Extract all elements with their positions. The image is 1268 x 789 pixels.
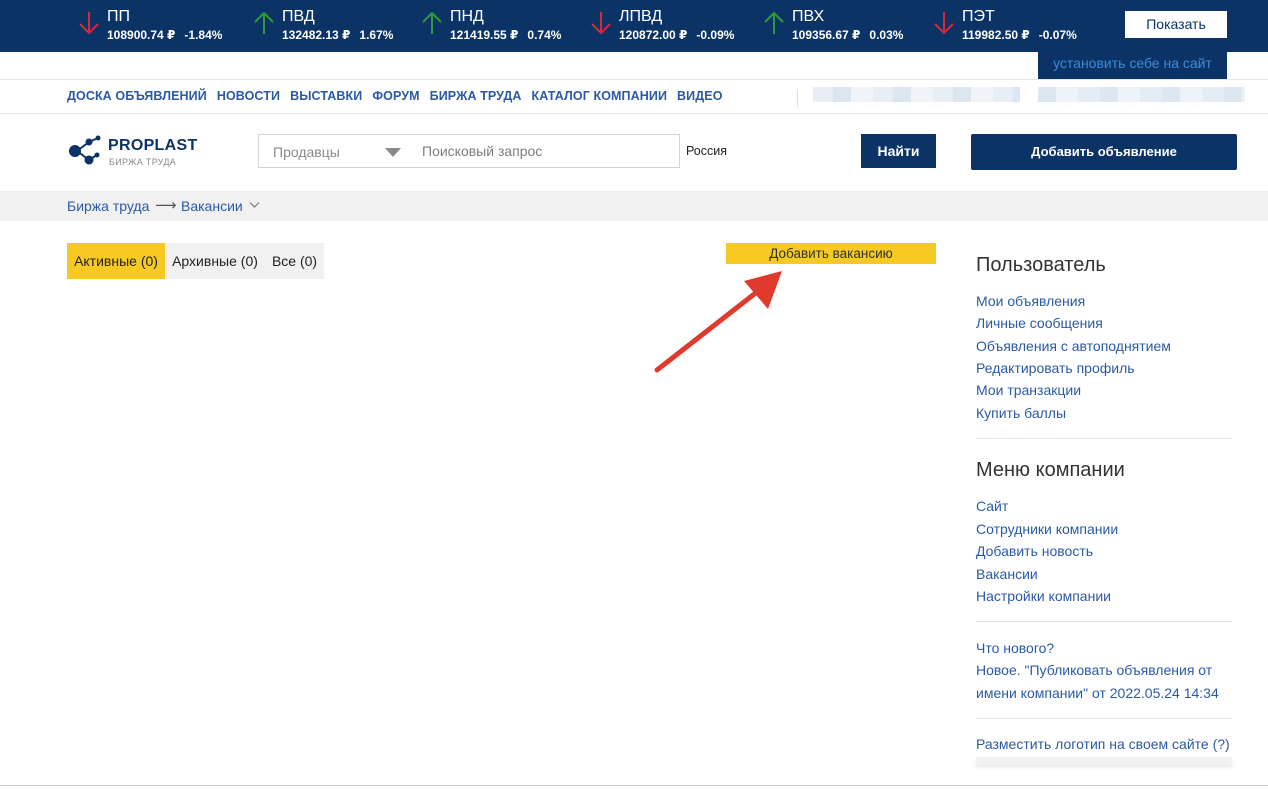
main-nav-bar: ДОСКА ОБЪЯВЛЕНИЙ НОВОСТИ ВЫСТАВКИ ФОРУМ … bbox=[0, 79, 1268, 114]
install-widget-link[interactable]: установить себе на сайт bbox=[1038, 52, 1227, 79]
ticker-price: 121419.55 ₽ bbox=[450, 28, 519, 42]
search-type-value: Продавцы bbox=[273, 144, 340, 160]
link-whats-new[interactable]: Что нового? bbox=[976, 640, 1054, 656]
logo-subtitle: БИРЖА ТРУДА bbox=[109, 157, 177, 167]
ticker-change: 0.74% bbox=[527, 28, 562, 42]
link-buy-points[interactable]: Купить баллы bbox=[976, 405, 1066, 421]
news-item-line2[interactable]: имени компании" от 2022.05.24 14:34 bbox=[976, 685, 1219, 701]
blurred-account-info bbox=[813, 87, 1020, 102]
nav-divider bbox=[797, 89, 798, 107]
blurred-account-info bbox=[1038, 87, 1245, 102]
ticker-values: 119982.50 ₽ -0.07% bbox=[962, 28, 1077, 42]
tab-archived[interactable]: Архивные (0) bbox=[165, 243, 265, 279]
breadcrumb-arrow-icon: ⟶ bbox=[155, 197, 177, 214]
breadcrumb-vacancies[interactable]: Вакансии bbox=[181, 198, 243, 214]
ticker-name: ЛПВД bbox=[619, 8, 663, 25]
tab-active[interactable]: Активные (0) bbox=[67, 243, 165, 279]
link-transactions[interactable]: Мои транзакции bbox=[976, 382, 1081, 398]
ticker-values: 120872.00 ₽ -0.09% bbox=[619, 28, 734, 42]
link-auto-raise[interactable]: Объявления с автоподнятием bbox=[976, 338, 1171, 354]
nav-item-news[interactable]: НОВОСТИ bbox=[217, 89, 280, 103]
arrow-up-icon bbox=[422, 11, 442, 34]
sidebar-bottom-strip bbox=[976, 757, 1232, 765]
ticker-name: ПВД bbox=[282, 8, 315, 25]
ticker-change: -0.09% bbox=[696, 28, 735, 42]
breadcrumb: Биржа труда ⟶ Вакансии bbox=[0, 191, 1268, 221]
ticker-price: 132482.13 ₽ bbox=[282, 28, 351, 42]
ticker-name: ПНД bbox=[450, 8, 484, 25]
add-vacancy-button[interactable]: Добавить вакансию bbox=[726, 243, 936, 264]
ticker-name: ПП bbox=[107, 8, 130, 25]
ticker-price: 108900.74 ₽ bbox=[107, 28, 176, 42]
search-input[interactable] bbox=[407, 134, 680, 168]
ticker-values: 108900.74 ₽ -1.84% bbox=[107, 28, 222, 42]
add-ad-button[interactable]: Добавить объявление bbox=[971, 134, 1237, 170]
link-my-ads[interactable]: Мои объявления bbox=[976, 293, 1085, 309]
arrow-up-icon bbox=[764, 11, 784, 34]
logo-brand: PROPLAST bbox=[108, 137, 198, 154]
arrow-down-icon bbox=[79, 12, 99, 35]
ticker-price: 119982.50 ₽ bbox=[962, 28, 1030, 42]
show-button[interactable]: Показать bbox=[1125, 11, 1227, 38]
news-item-line1[interactable]: Новое. "Публиковать объявления от bbox=[976, 662, 1212, 678]
user-menu-title: Пользователь bbox=[976, 254, 1106, 276]
ticker-change: 0.03% bbox=[869, 28, 904, 42]
red-annotation-arrow-icon bbox=[654, 271, 782, 373]
link-company-settings[interactable]: Настройки компании bbox=[976, 588, 1111, 604]
chevron-down-icon[interactable] bbox=[249, 199, 260, 210]
region-input[interactable] bbox=[680, 134, 862, 168]
arrow-down-icon bbox=[934, 12, 954, 35]
ticker-price: 109356.67 ₽ bbox=[792, 28, 861, 42]
tab-all[interactable]: Все (0) bbox=[265, 243, 324, 279]
link-messages[interactable]: Личные сообщения bbox=[976, 315, 1103, 331]
link-add-news[interactable]: Добавить новость bbox=[976, 543, 1093, 559]
link-place-logo[interactable]: Разместить логотип на своем сайте (?) bbox=[976, 736, 1230, 752]
ticker-values: 109356.67 ₽ 0.03% bbox=[792, 28, 903, 42]
nav-item-exhibitions[interactable]: ВЫСТАВКИ bbox=[290, 89, 362, 103]
link-edit-profile[interactable]: Редактировать профиль bbox=[976, 360, 1135, 376]
ticker-change: 1.67% bbox=[359, 28, 394, 42]
sidebar-divider bbox=[976, 438, 1232, 439]
arrow-down-icon bbox=[591, 12, 611, 35]
sidebar-divider bbox=[976, 621, 1232, 622]
nav-item-jobs[interactable]: БИРЖА ТРУДА bbox=[430, 89, 522, 103]
link-vacancies[interactable]: Вакансии bbox=[976, 566, 1038, 582]
nav-item-board[interactable]: ДОСКА ОБЪЯВЛЕНИЙ bbox=[67, 89, 207, 103]
caret-down-icon bbox=[385, 148, 401, 157]
ticker-values: 132482.13 ₽ 1.67% bbox=[282, 28, 393, 42]
footer-divider bbox=[0, 785, 1268, 786]
link-company-site[interactable]: Сайт bbox=[976, 498, 1008, 514]
nav-item-video[interactable]: ВИДЕО bbox=[677, 89, 722, 103]
ticker-values: 121419.55 ₽ 0.74% bbox=[450, 28, 561, 42]
search-type-select[interactable]: Продавцы bbox=[258, 134, 408, 168]
price-ticker-bar: ПП 108900.74 ₽ -1.84% ПВД 132482.13 ₽ 1.67… bbox=[0, 0, 1268, 52]
nav-item-forum[interactable]: ФОРУМ bbox=[372, 89, 419, 103]
company-menu-title: Меню компании bbox=[976, 459, 1125, 481]
find-button[interactable]: Найти bbox=[861, 134, 936, 168]
site-logo[interactable]: PROPLAST БИРЖА ТРУДА bbox=[67, 131, 207, 171]
ticker-change: -1.84% bbox=[184, 28, 223, 42]
link-employees[interactable]: Сотрудники компании bbox=[976, 521, 1118, 537]
nav-item-catalog[interactable]: КАТАЛОГ КОМПАНИИ bbox=[532, 89, 668, 103]
ticker-change: -0.07% bbox=[1038, 28, 1077, 42]
ticker-name: ПЭТ bbox=[962, 8, 995, 25]
breadcrumb-jobs[interactable]: Биржа труда bbox=[67, 198, 149, 214]
sidebar-divider bbox=[976, 718, 1232, 719]
main-nav: ДОСКА ОБЪЯВЛЕНИЙ НОВОСТИ ВЫСТАВКИ ФОРУМ … bbox=[67, 89, 723, 103]
ticker-name: ПВХ bbox=[792, 8, 825, 25]
arrow-up-icon bbox=[254, 11, 274, 34]
molecule-logo-icon bbox=[69, 135, 101, 165]
ticker-price: 120872.00 ₽ bbox=[619, 28, 688, 42]
